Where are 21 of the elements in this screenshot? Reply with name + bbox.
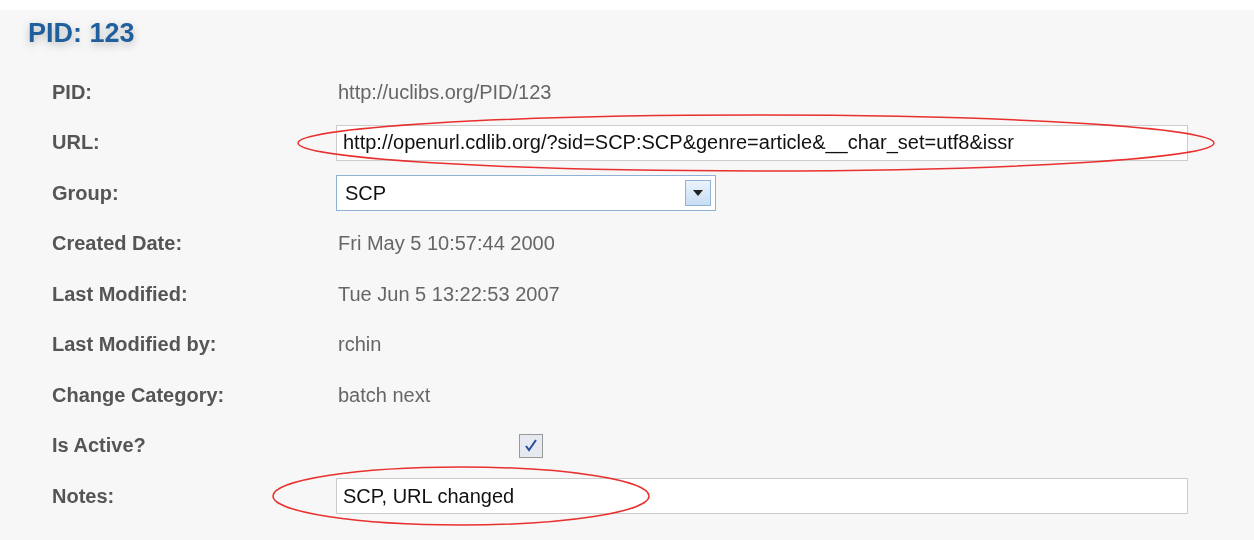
- field-label: Created Date:: [51, 232, 184, 256]
- text-field[interactable]: SCP, URL changed: [336, 478, 1188, 515]
- field-label: Last Modified by:: [51, 333, 218, 357]
- field-label: Notes:: [51, 484, 116, 508]
- dropdown-caret-icon[interactable]: [685, 180, 711, 207]
- group-dropdown[interactable]: SCP: [336, 175, 716, 212]
- field-label: PID:: [51, 80, 93, 104]
- field-value: http://uclibs.org/PID/123: [337, 80, 552, 104]
- field-label: Is Active?: [51, 434, 147, 458]
- field-value: rchin: [337, 333, 382, 357]
- check-icon: [523, 437, 539, 454]
- field-value: batch next: [337, 383, 431, 407]
- field-label: Group:: [51, 181, 120, 205]
- text-field[interactable]: http://openurl.cdlib.org/?sid=SCP:SCP&genre=article&__char_set=utf8&issr: [336, 124, 1188, 161]
- field-label: Change Category:: [51, 383, 226, 407]
- page-title: PID: 123: [28, 18, 135, 49]
- field-label: Last Modified:: [51, 282, 189, 306]
- active-checkbox[interactable]: [519, 433, 543, 458]
- field-value: Tue Jun 5 13:22:53 2007: [337, 282, 560, 306]
- field-value: Fri May 5 10:57:44 2000: [337, 232, 555, 256]
- field-label: URL:: [51, 131, 101, 155]
